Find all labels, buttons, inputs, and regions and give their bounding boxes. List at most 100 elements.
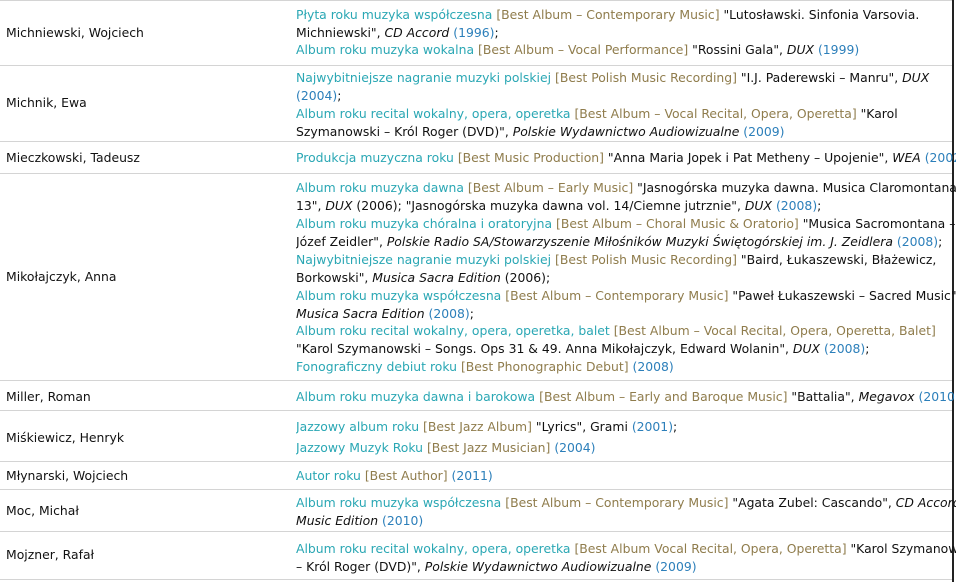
- award-category-en: [Best Album – Contemporary Music]: [496, 7, 720, 22]
- award-entry: Album roku recital wokalny, opera, opere…: [296, 105, 956, 141]
- award-title: ;: [337, 88, 342, 103]
- award-year: (1996): [453, 25, 495, 40]
- award-line: Album roku muzyka dawna [Best Album – Ea…: [296, 179, 956, 197]
- award-year: (2002): [924, 150, 956, 165]
- award-title: Michniewski",: [296, 25, 385, 40]
- award-entry: Najwybitniejsze nagranie muzyki polskiej…: [296, 69, 956, 105]
- award-title: "Baird, Łukaszewski, Błażewicz,: [736, 252, 937, 267]
- award-line: Jazzowy album roku [Best Jazz Album] "Ly…: [296, 418, 956, 436]
- artist-name: Mikołajczyk, Anna: [6, 269, 117, 284]
- award-category-en: [Best Music Production]: [457, 150, 604, 165]
- award-category-en: [Best Polish Music Recording]: [554, 70, 737, 85]
- award-category: Album roku recital wokalny, opera, opere…: [296, 106, 571, 121]
- award-line: Album roku recital wokalny, opera, opere…: [296, 540, 956, 558]
- award-line: Jazzowy Muzyk Roku [Best Jazz Musician] …: [296, 439, 956, 457]
- award-category: Najwybitniejsze nagranie muzyki polskiej: [296, 252, 552, 267]
- record-label: CD Accord: [895, 495, 956, 510]
- record-label: DUX: [902, 70, 930, 85]
- award-category-en: [Best Polish Music Recording]: [554, 252, 737, 267]
- award-category: Album roku recital wokalny, opera, opere…: [296, 541, 571, 556]
- award-year: (2011): [451, 468, 493, 483]
- award-line: Album roku recital wokalny, opera, opere…: [296, 322, 956, 340]
- award-title: – Król Roger (DVD)",: [296, 559, 425, 574]
- award-category: Album roku muzyka współczesna: [296, 495, 502, 510]
- award-line: "Karol Szymanowski – Songs. Ops 31 & 49.…: [296, 340, 956, 358]
- award-title: 13",: [296, 198, 326, 213]
- record-label: DUX: [325, 198, 353, 213]
- award-line: Michniewski", CD Accord (1996);: [296, 24, 956, 42]
- artist-name: Mojzner, Rafał: [6, 547, 95, 562]
- award-entry: Album roku muzyka współczesna [Best Albu…: [296, 494, 956, 530]
- award-entry: Album roku muzyka chóralna i oratoryjna …: [296, 215, 956, 251]
- award-line: Najwybitniejsze nagranie muzyki polskiej…: [296, 69, 956, 87]
- award-category: Płyta roku muzyka współczesna: [296, 7, 493, 22]
- award-year: (2009): [743, 124, 785, 139]
- row-divider: [0, 461, 952, 462]
- record-label: Polskie Wydawnictwo Audiowizualne: [424, 559, 652, 574]
- award-category: Album roku muzyka współczesna: [296, 288, 502, 303]
- artist-name: Miśkiewicz, Henryk: [6, 430, 124, 445]
- award-year: (1999): [817, 42, 860, 57]
- award-line: Borkowski", Musica Sacra Edition (2006);: [296, 269, 956, 287]
- artist-name: Mieczkowski, Tadeusz: [6, 150, 140, 165]
- award-entry: Album roku muzyka dawna [Best Album – Ea…: [296, 179, 956, 215]
- row-divider: [0, 65, 952, 66]
- award-category: Jazzowy album roku: [296, 419, 420, 434]
- award-line: Music Edition (2010): [296, 512, 956, 530]
- award-category: Autor roku: [296, 468, 361, 483]
- record-label: Megavox: [858, 389, 915, 404]
- award-title: "Musica Sacromontana –: [798, 216, 956, 231]
- award-title: "I.J. Paderewski – Manru",: [736, 70, 903, 85]
- award-line: Fonograficzny debiut roku [Best Phonogra…: [296, 358, 956, 376]
- award-category: Album roku muzyka dawna i barokowa: [296, 389, 536, 404]
- artist-name: Młynarski, Wojciech: [6, 468, 129, 483]
- row-divider: [0, 0, 952, 1]
- award-category: Fonograficzny debiut roku: [296, 359, 457, 374]
- award-title: "Karol Szymanowski: [850, 541, 956, 556]
- record-label: DUX: [744, 198, 772, 213]
- award-year: (2010): [918, 389, 956, 404]
- award-title: "Lyrics", Grami: [531, 419, 632, 434]
- award-entry: Jazzowy album roku [Best Jazz Album] "Ly…: [296, 418, 956, 436]
- award-title: Borkowski",: [296, 270, 373, 285]
- award-category: Album roku recital wokalny, opera, opere…: [296, 323, 610, 338]
- artist-name: Michnik, Ewa: [6, 95, 87, 110]
- award-title: "Paweł Łukaszewski – Sacred Music",: [728, 288, 956, 303]
- award-line: Najwybitniejsze nagranie muzyki polskiej…: [296, 251, 956, 269]
- award-category-en: [Best Album Vocal Recital, Opera, Operet…: [574, 541, 847, 556]
- row-divider: [0, 410, 952, 411]
- award-entry: Autor roku [Best Author] (2011): [296, 467, 956, 485]
- award-category: Album roku muzyka dawna: [296, 180, 464, 195]
- award-line: Album roku recital wokalny, opera, opere…: [296, 105, 956, 123]
- award-title: "Karol Szymanowski – Songs. Ops 31 & 49.…: [296, 341, 793, 356]
- awards-table: Michniewski, Wojciech Płyta roku muzyka w…: [0, 0, 960, 582]
- award-year: (2008): [896, 234, 939, 249]
- award-title: Szymanowski – Król Roger (DVD)",: [296, 124, 513, 139]
- award-category: Najwybitniejsze nagranie muzyki polskiej: [296, 70, 552, 85]
- award-year: (2008): [775, 198, 818, 213]
- record-label: Musica Sacra Edition: [296, 306, 425, 321]
- artist-name: Miller, Roman: [6, 389, 91, 404]
- award-category-en: [Best Album – Vocal Recital, Opera, Oper…: [613, 323, 936, 338]
- award-line: Musica Sacra Edition (2008);: [296, 305, 956, 323]
- record-label: Musica Sacra Edition: [372, 270, 501, 285]
- award-category-en: [Best Album – Early Music]: [467, 180, 634, 195]
- row-divider: [0, 531, 952, 532]
- record-label: CD Accord: [384, 25, 450, 40]
- award-year: (2008): [632, 359, 674, 374]
- award-entry: Album roku muzyka dawna i barokowa [Best…: [296, 388, 956, 406]
- award-year: (2004): [296, 88, 338, 103]
- award-category: Album roku muzyka chóralna i oratoryjna: [296, 216, 553, 231]
- award-entry: Najwybitniejsze nagranie muzyki polskiej…: [296, 251, 956, 287]
- award-category-en: [Best Album – Contemporary Music]: [505, 288, 729, 303]
- row-divider: [0, 141, 952, 142]
- award-title: ;: [494, 25, 499, 40]
- record-label: Polskie Wydawnictwo Audiowizualne: [512, 124, 740, 139]
- artist-name: Michniewski, Wojciech: [6, 25, 144, 40]
- award-line: Płyta roku muzyka współczesna [Best Albu…: [296, 6, 956, 24]
- award-line: Album roku muzyka chóralna i oratoryjna …: [296, 215, 956, 233]
- award-category: Produkcja muzyczna roku: [296, 150, 454, 165]
- award-entry: Płyta roku muzyka współczesna [Best Albu…: [296, 6, 956, 42]
- award-title: "Anna Maria Jopek i Pat Metheny – Upojen…: [603, 150, 893, 165]
- row-divider: [0, 380, 952, 381]
